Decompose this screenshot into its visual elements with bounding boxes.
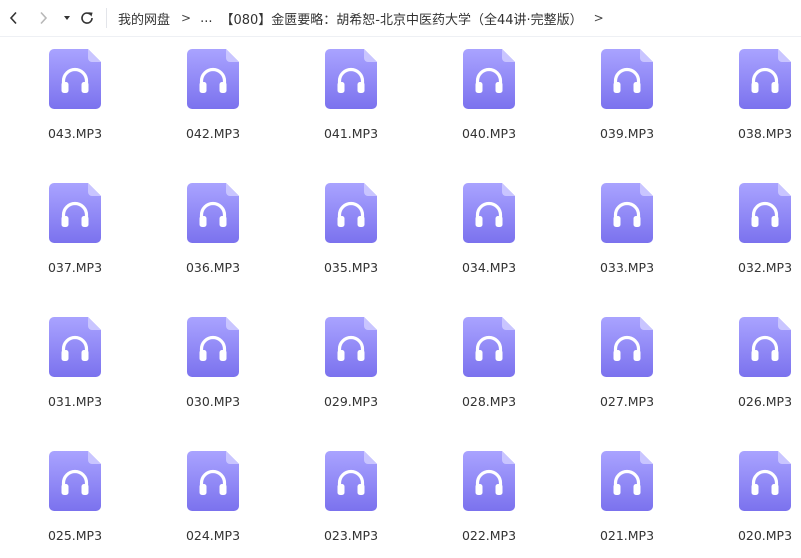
- file-name: 021.MP3: [599, 528, 655, 543]
- file-item[interactable]: 039.MP3: [572, 36, 682, 156]
- file-item[interactable]: 025.MP3: [20, 438, 130, 558]
- audio-file-icon: [739, 317, 791, 377]
- audio-file-icon: [325, 317, 377, 377]
- file-item[interactable]: 034.MP3: [434, 170, 544, 290]
- audio-file-icon: [325, 183, 377, 243]
- audio-file-icon: [601, 317, 653, 377]
- file-name: 033.MP3: [599, 260, 655, 275]
- breadcrumb: 我的网盘 > ... 【080】金匮要略：胡希恕-北京中医药大学（全44讲·完整…: [118, 0, 613, 36]
- audio-file-icon: [739, 183, 791, 243]
- breadcrumb-current-folder[interactable]: 【080】金匮要略：胡希恕-北京中医药大学（全44讲·完整版）: [220, 9, 582, 28]
- file-name: 028.MP3: [461, 394, 517, 409]
- file-name: 034.MP3: [461, 260, 517, 275]
- file-item[interactable]: 027.MP3: [572, 304, 682, 424]
- audio-file-icon: [601, 451, 653, 511]
- caret-down-icon: [64, 16, 70, 20]
- file-name: 023.MP3: [323, 528, 379, 543]
- file-item[interactable]: 042.MP3: [158, 36, 268, 156]
- file-item[interactable]: 043.MP3: [20, 36, 130, 156]
- audio-file-icon: [601, 49, 653, 109]
- audio-file-icon: [463, 49, 515, 109]
- audio-file-icon: [49, 49, 101, 109]
- file-item[interactable]: 040.MP3: [434, 36, 544, 156]
- file-item[interactable]: 032.MP3: [710, 170, 801, 290]
- back-button[interactable]: [2, 6, 26, 30]
- forward-button[interactable]: [31, 6, 55, 30]
- file-item[interactable]: 024.MP3: [158, 438, 268, 558]
- file-name: 030.MP3: [185, 394, 241, 409]
- file-name: 026.MP3: [737, 394, 793, 409]
- refresh-icon: [81, 12, 93, 24]
- file-item[interactable]: 041.MP3: [296, 36, 406, 156]
- audio-file-icon: [463, 317, 515, 377]
- audio-file-icon: [187, 451, 239, 511]
- file-name: 040.MP3: [461, 126, 517, 141]
- audio-file-icon: [187, 183, 239, 243]
- breadcrumb-root[interactable]: 我的网盘: [118, 9, 170, 28]
- file-item[interactable]: 026.MP3: [710, 304, 801, 424]
- audio-file-icon: [739, 451, 791, 511]
- file-name: 035.MP3: [323, 260, 379, 275]
- file-item[interactable]: 028.MP3: [434, 304, 544, 424]
- file-item[interactable]: 023.MP3: [296, 438, 406, 558]
- file-item[interactable]: 029.MP3: [296, 304, 406, 424]
- file-item[interactable]: 037.MP3: [20, 170, 130, 290]
- file-grid: 043.MP3 042.MP3 041.MP3 040.MP3 039.MP3 038.M…: [0, 36, 801, 558]
- file-item[interactable]: 036.MP3: [158, 170, 268, 290]
- audio-file-icon: [463, 183, 515, 243]
- file-name: 027.MP3: [599, 394, 655, 409]
- file-item[interactable]: 030.MP3: [158, 304, 268, 424]
- file-name: 025.MP3: [47, 528, 103, 543]
- file-name: 042.MP3: [185, 126, 241, 141]
- audio-file-icon: [187, 317, 239, 377]
- audio-file-icon: [187, 49, 239, 109]
- file-name: 032.MP3: [737, 260, 793, 275]
- file-item[interactable]: 022.MP3: [434, 438, 544, 558]
- breadcrumb-separator: >: [181, 11, 192, 25]
- file-name: 037.MP3: [47, 260, 103, 275]
- file-name: 039.MP3: [599, 126, 655, 141]
- file-name: 031.MP3: [47, 394, 103, 409]
- file-name: 029.MP3: [323, 394, 379, 409]
- file-item[interactable]: 035.MP3: [296, 170, 406, 290]
- audio-file-icon: [463, 451, 515, 511]
- audio-file-icon: [739, 49, 791, 109]
- audio-file-icon: [601, 183, 653, 243]
- audio-file-icon: [325, 451, 377, 511]
- file-name: 043.MP3: [47, 126, 103, 141]
- audio-file-icon: [49, 451, 101, 511]
- file-name: 022.MP3: [461, 528, 517, 543]
- toolbar: 我的网盘 > ... 【080】金匮要略：胡希恕-北京中医药大学（全44讲·完整…: [0, 0, 801, 37]
- file-name: 020.MP3: [737, 528, 793, 543]
- breadcrumb-ellipsis[interactable]: ...: [200, 11, 212, 26]
- chevron-left-icon: [9, 11, 17, 25]
- toolbar-divider: [106, 8, 107, 28]
- file-item[interactable]: 031.MP3: [20, 304, 130, 424]
- audio-file-icon: [49, 183, 101, 243]
- file-item[interactable]: 038.MP3: [710, 36, 801, 156]
- file-item[interactable]: 021.MP3: [572, 438, 682, 558]
- breadcrumb-separator: >: [593, 11, 604, 25]
- file-name: 036.MP3: [185, 260, 241, 275]
- chevron-right-icon: [40, 11, 48, 25]
- refresh-button[interactable]: [75, 6, 99, 30]
- audio-file-icon: [325, 49, 377, 109]
- file-item[interactable]: 020.MP3: [710, 438, 801, 558]
- file-name: 038.MP3: [737, 126, 793, 141]
- file-item[interactable]: 033.MP3: [572, 170, 682, 290]
- file-name: 041.MP3: [323, 126, 379, 141]
- audio-file-icon: [49, 317, 101, 377]
- file-name: 024.MP3: [185, 528, 241, 543]
